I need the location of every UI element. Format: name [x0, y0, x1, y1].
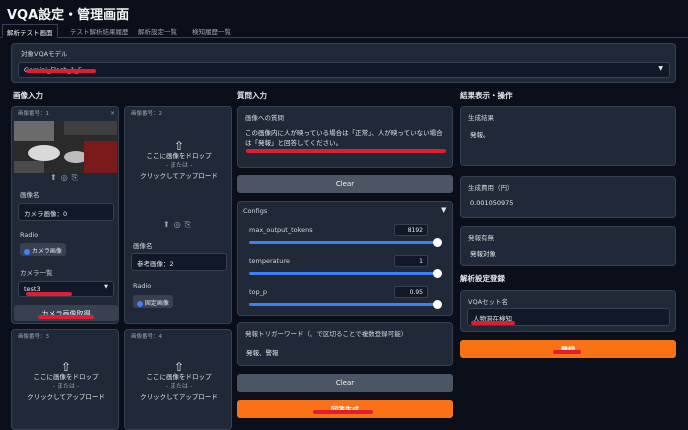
tab-detection-history[interactable]: 検知履歴一覧	[192, 26, 231, 36]
drop-or-text: - または -	[165, 162, 193, 169]
radio-fixed-image[interactable]: 固定画像	[133, 295, 173, 308]
drop-or-text: - または -	[165, 383, 193, 390]
annotation-mark	[471, 321, 515, 325]
upload-icon: ⇧	[60, 360, 72, 374]
drop-click-text: クリックしてアップロード	[140, 172, 218, 180]
cost-value: 0.001050975	[470, 199, 514, 207]
image-drop-zone[interactable]: ⇧ ここに画像をドロップ - または - クリックしてアップロード	[12, 360, 120, 402]
question-textarea[interactable]: この画像内に人が映っている場合は「正常」、人が映っていない場合は「発報」と回答し…	[245, 128, 447, 164]
question-heading: 質問入力	[237, 91, 267, 100]
image-tools[interactable]: ⬆◎⎘	[163, 220, 195, 230]
tab-settings-list[interactable]: 解析設定一覧	[138, 26, 177, 36]
annotation-mark	[553, 350, 581, 354]
question-panel: 画像への質問 この画像内に人が映っている場合は「正常」、人が映っていない場合は「…	[237, 106, 453, 168]
param-slider-knob[interactable]	[433, 269, 442, 278]
upload-icon: ⇧	[173, 360, 185, 374]
generated-label: 生成結果	[468, 114, 494, 122]
radio-label: Radio	[20, 231, 39, 239]
model-panel: 対象VQAモデル Gemini_Flash_1_5 ▼	[11, 43, 676, 83]
vqa-set-label: VQAセット名	[468, 298, 509, 306]
image-input-heading: 画像入力	[13, 91, 43, 100]
param-name: max_output_tokens	[249, 226, 313, 234]
radio-dot-icon	[137, 300, 143, 307]
cost-panel: 生成費用（円） 0.001050975	[460, 176, 676, 218]
alert-label: 発報有無	[468, 234, 494, 242]
drop-click-text: クリックしてアップロード	[140, 393, 218, 401]
cost-label: 生成費用（円）	[468, 184, 514, 192]
generated-panel: 生成結果 発報。	[460, 106, 676, 166]
radio-camera-image[interactable]: カメラ画像	[20, 243, 66, 256]
trigger-panel: 発報トリガーワード（、で区切ることで複数登録可能） 発報、警報	[237, 322, 453, 366]
tab-test-history[interactable]: テスト解析結果履歴	[70, 26, 129, 36]
image-slot-4: 画像番号：4 ⇧ ここに画像をドロップ - または - クリックしてアップロード	[124, 329, 232, 430]
chevron-down-icon: ▼	[658, 65, 663, 72]
alert-panel: 発報有無 発報対象	[460, 226, 676, 266]
register-heading: 解析設定登録	[460, 274, 505, 283]
param-slider-knob[interactable]	[433, 300, 442, 309]
radio-dot-icon	[24, 248, 30, 255]
image-slot-3: 画像番号：3 ⇧ ここに画像をドロップ - または - クリックしてアップロード	[11, 329, 119, 430]
close-icon[interactable]: ×	[110, 110, 115, 117]
image-slot-2-tag: 画像番号：2	[131, 111, 162, 117]
radio-option-label: カメラ画像	[31, 248, 62, 255]
model-select[interactable]: Gemini_Flash_1_5 ▼	[18, 62, 670, 78]
image-slot-2: 画像番号：2 ⇧ ここに画像をドロップ - または - クリックしてアップロード…	[124, 106, 232, 324]
tab-analysis-test[interactable]: 解析テスト画面	[2, 24, 58, 38]
configs-panel: Configs ▼ max_output_tokens 8192 tempera…	[237, 201, 453, 316]
chevron-down-icon: ▼	[104, 284, 108, 290]
image-slot-3-tag: 画像番号：3	[18, 334, 49, 340]
param-name: top_p	[249, 288, 268, 296]
annotation-mark	[26, 292, 72, 296]
upload-icon: ⇧	[173, 139, 185, 153]
image-drop-zone[interactable]: ⇧ ここに画像をドロップ - または - クリックしてアップロード	[125, 360, 233, 402]
alert-value: 発報対象	[470, 250, 496, 258]
param-slider-track	[249, 272, 438, 275]
annotation-mark	[38, 315, 94, 319]
image-drop-zone[interactable]: ⇧ ここに画像をドロップ - または - クリックしてアップロード	[125, 139, 233, 181]
annotation-mark	[26, 69, 96, 73]
clear-trigger-button[interactable]: Clear	[237, 374, 453, 392]
param-slider-knob[interactable]	[433, 238, 442, 247]
drop-text: ここに画像をドロップ	[33, 373, 99, 381]
trigger-label: 発報トリガーワード（、で区切ることで複数登録可能）	[245, 330, 408, 338]
param-slider-track	[249, 241, 438, 244]
page-title: VQA設定・管理画面	[7, 8, 130, 23]
image-name-input[interactable]: カメラ画像：0	[18, 203, 114, 221]
image-tools[interactable]: ⬆◎⎘	[50, 173, 82, 183]
image-slot-1-tag: 画像番号：1	[18, 111, 49, 117]
drop-click-text: クリックしてアップロード	[27, 393, 105, 401]
param-value-input[interactable]: 1	[394, 255, 428, 267]
vqa-set-panel: VQAセット名 人物滞在検知	[460, 290, 676, 332]
param-value-input[interactable]: 8192	[394, 224, 428, 236]
drop-or-text: - または -	[52, 383, 80, 390]
image-name-input[interactable]: 参考画像：2	[131, 253, 227, 271]
model-label: 対象VQAモデル	[21, 50, 68, 58]
camera-list-label: カメラ一覧	[20, 269, 53, 277]
param-slider-track	[249, 303, 438, 306]
radio-option-label: 固定画像	[144, 300, 169, 307]
drop-text: ここに画像をドロップ	[146, 152, 212, 160]
results-heading: 結果表示・操作	[460, 91, 513, 100]
camera-image	[14, 121, 117, 173]
image-name-label: 画像名	[133, 242, 153, 250]
param-value-input[interactable]: 0.95	[394, 286, 428, 298]
radio-label: Radio	[133, 282, 152, 290]
trigger-input[interactable]: 発報、警報	[246, 347, 279, 357]
generated-value: 発報。	[470, 131, 490, 139]
annotation-mark	[313, 410, 373, 414]
collapse-icon[interactable]: ▼	[441, 206, 446, 214]
clear-button[interactable]: Clear	[237, 175, 453, 193]
annotation-mark	[246, 149, 446, 153]
image-slot-1: 画像番号：1 × ⬆◎⎘ 画像名 カメラ画像：0 Radio カメラ画像 カメラ…	[11, 106, 119, 324]
image-name-label: 画像名	[20, 191, 40, 199]
generate-answer-button[interactable]: 回答生成	[237, 400, 453, 418]
tab-bar: 解析テスト画面 テスト解析結果履歴 解析設定一覧 検知履歴一覧	[0, 24, 688, 38]
question-label: 画像への質問	[245, 114, 284, 122]
register-button[interactable]: 登録	[460, 340, 676, 358]
image-slot-4-tag: 画像番号：4	[131, 334, 162, 340]
param-name: temperature	[249, 257, 290, 265]
configs-label: Configs	[243, 207, 268, 215]
drop-text: ここに画像をドロップ	[146, 373, 212, 381]
